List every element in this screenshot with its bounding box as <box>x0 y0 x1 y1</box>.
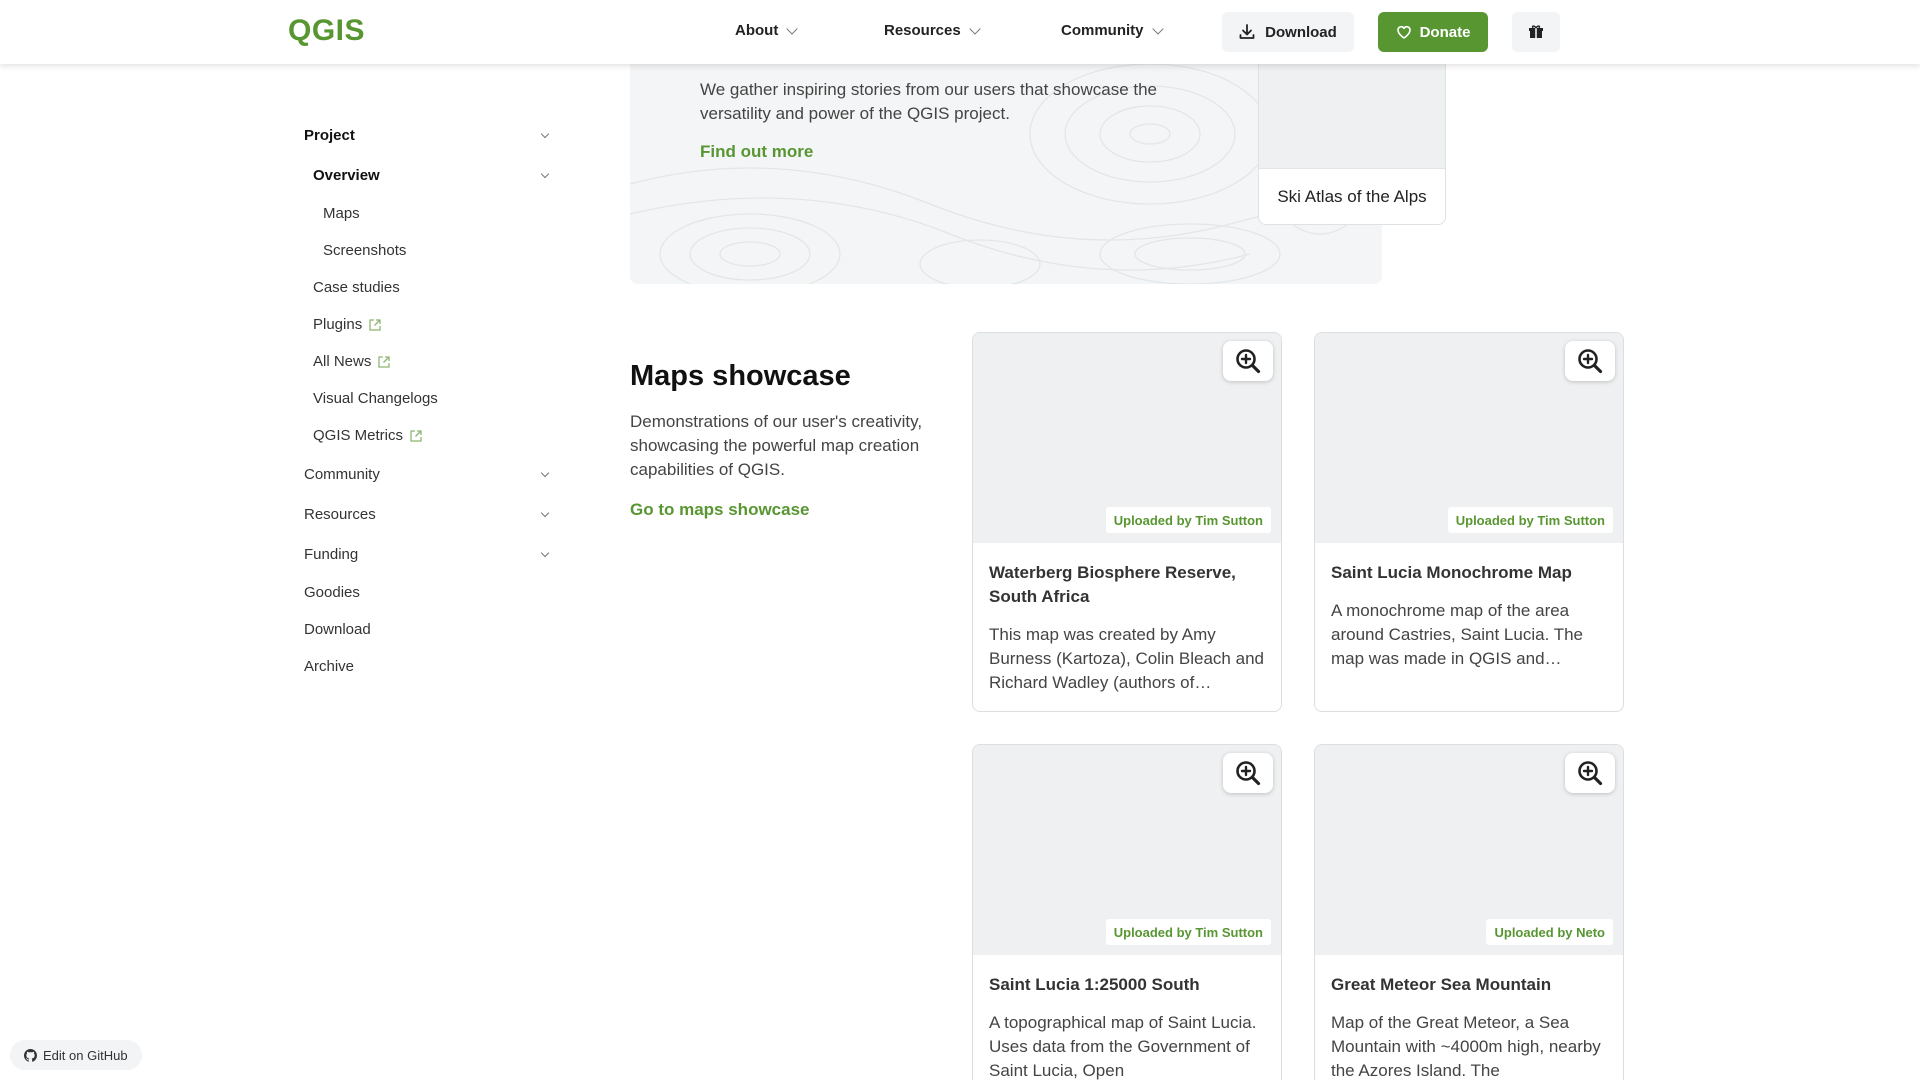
sidebar-item-overview[interactable]: Overview <box>313 167 380 184</box>
sidebar-item-resources[interactable]: Resources <box>304 506 376 523</box>
chevron-down-icon[interactable] <box>540 548 550 558</box>
go-to-maps-showcase-link[interactable]: Go to maps showcase <box>630 500 810 520</box>
uploader-badge: Uploaded by Tim Sutton <box>1105 507 1271 533</box>
sidebar-item-label: Case studies <box>313 279 400 296</box>
download-button[interactable]: Download <box>1222 12 1354 52</box>
sidebar-item-visual-changelogs[interactable]: Visual Changelogs <box>313 390 438 407</box>
sidebar-item-project[interactable]: Project <box>304 127 355 144</box>
sidebar-item-case-studies[interactable]: Case studies <box>313 279 400 296</box>
nav-about[interactable]: About <box>735 22 798 39</box>
maps-showcase-title: Maps showcase <box>630 360 851 392</box>
map-title[interactable]: Saint Lucia Monochrome Map <box>1331 561 1611 585</box>
sidebar-item-label: Funding <box>304 546 359 563</box>
map-description: A topographical map of Saint Lucia. Uses… <box>989 1013 1257 1080</box>
sidebar-item-label: Archive <box>304 658 355 675</box>
external-link-icon <box>410 429 422 442</box>
sidebar-item-plugins[interactable]: Plugins <box>313 316 382 333</box>
sidebar-item-label: Screenshots <box>323 242 407 259</box>
sidebar-item-label: Overview <box>313 167 380 184</box>
nav-community-label: Community <box>1061 22 1144 39</box>
download-button-label: Download <box>1265 23 1337 41</box>
case-study-card[interactable]: Ski Atlas of the Alps <box>1258 64 1446 225</box>
map-card[interactable]: Uploaded by Tim Sutton Saint Lucia Monoc… <box>1314 332 1624 712</box>
sidebar-item-label: QGIS Metrics <box>313 427 404 444</box>
github-icon <box>24 1048 37 1062</box>
find-out-more-link[interactable]: Find out more <box>700 142 813 162</box>
chevron-down-icon[interactable] <box>540 508 550 518</box>
top-header: QGIS About Resources Community Download … <box>0 0 1920 64</box>
chevron-down-icon <box>969 22 981 35</box>
edit-on-github-label: Edit on GitHub <box>43 1047 128 1063</box>
zoom-button[interactable] <box>1565 341 1615 381</box>
sidebar-item-archive[interactable]: Archive <box>304 658 354 675</box>
zoom-button[interactable] <box>1223 753 1273 793</box>
map-title[interactable]: Waterberg Biosphere Reserve, South Afric… <box>989 561 1269 609</box>
uploader-badge: Uploaded by Tim Sutton <box>1447 507 1613 533</box>
qgis-logo[interactable]: QGIS <box>288 14 365 48</box>
sidebar-item-label: Project <box>304 127 355 144</box>
download-icon <box>1239 24 1255 39</box>
sidebar-item-label: Community <box>304 466 380 483</box>
goodies-button[interactable] <box>1512 12 1560 52</box>
sidebar-item-label: Maps <box>323 205 360 222</box>
map-card[interactable]: Uploaded by Tim Sutton Saint Lucia 1:250… <box>972 744 1282 1080</box>
gift-icon <box>1529 25 1543 38</box>
map-description: This map was created by Amy Burness (Kar… <box>989 625 1264 692</box>
sidebar-item-qgis-metrics[interactable]: QGIS Metrics <box>313 427 423 444</box>
case-studies-description: We gather inspiring stories from our use… <box>700 80 1158 123</box>
edit-on-github-button[interactable]: Edit on GitHub <box>10 1040 142 1070</box>
map-description: A monochrome map of the area around Cast… <box>1331 601 1583 668</box>
sidebar-item-screenshots[interactable]: Screenshots <box>323 242 406 259</box>
map-title[interactable]: Saint Lucia 1:25000 South <box>989 973 1269 997</box>
sidebar-item-download[interactable]: Download <box>304 621 371 638</box>
zoom-button[interactable] <box>1223 341 1273 381</box>
sidebar-item-label: Plugins <box>313 316 363 333</box>
sidebar-nav: Project Overview Maps Screenshots Case s… <box>0 64 600 1080</box>
chevron-down-icon <box>1151 22 1164 35</box>
sidebar-item-label: Goodies <box>304 584 360 601</box>
map-title[interactable]: Great Meteor Sea Mountain <box>1331 973 1611 997</box>
uploader-badge: Uploaded by Neto <box>1486 919 1613 945</box>
map-description: Map of the Great Meteor, a Sea Mountain … <box>1331 1013 1601 1080</box>
sidebar-item-all-news[interactable]: All News <box>313 353 391 370</box>
map-card[interactable]: Uploaded by Neto Great Meteor Sea Mounta… <box>1314 744 1624 1080</box>
case-study-caption: Ski Atlas of the Alps <box>1259 168 1445 224</box>
nav-community[interactable]: Community <box>1061 22 1164 39</box>
sidebar-item-label: Download <box>304 621 371 638</box>
chevron-down-icon <box>786 22 798 35</box>
sidebar-item-label: All News <box>313 353 372 370</box>
sidebar-item-goodies[interactable]: Goodies <box>304 584 360 601</box>
chevron-down-icon[interactable] <box>540 169 550 179</box>
zoom-in-icon <box>1578 761 1603 786</box>
sidebar-item-community[interactable]: Community <box>304 466 380 483</box>
donate-button[interactable]: Donate <box>1378 12 1488 52</box>
heart-icon <box>1396 26 1411 39</box>
zoom-in-icon <box>1236 761 1261 786</box>
nav-resources[interactable]: Resources <box>884 22 981 39</box>
zoom-button[interactable] <box>1565 753 1615 793</box>
nav-resources-label: Resources <box>884 22 961 39</box>
nav-about-label: About <box>735 22 779 39</box>
sidebar-item-label: Resources <box>304 506 376 523</box>
sidebar-item-funding[interactable]: Funding <box>304 546 358 563</box>
external-link-icon <box>378 355 391 368</box>
zoom-in-icon <box>1578 349 1603 374</box>
map-card[interactable]: Uploaded by Tim Sutton Waterberg Biosphe… <box>972 332 1282 712</box>
chevron-down-icon[interactable] <box>540 129 550 139</box>
donate-button-label: Donate <box>1419 23 1471 41</box>
sidebar-item-maps[interactable]: Maps <box>323 205 360 222</box>
uploader-badge: Uploaded by Tim Sutton <box>1105 919 1271 945</box>
sidebar-item-label: Visual Changelogs <box>313 390 438 407</box>
external-link-icon <box>369 318 381 331</box>
zoom-in-icon <box>1236 349 1261 374</box>
chevron-down-icon[interactable] <box>540 468 550 478</box>
maps-showcase-description: Demonstrations of our user's creativity,… <box>630 412 923 479</box>
